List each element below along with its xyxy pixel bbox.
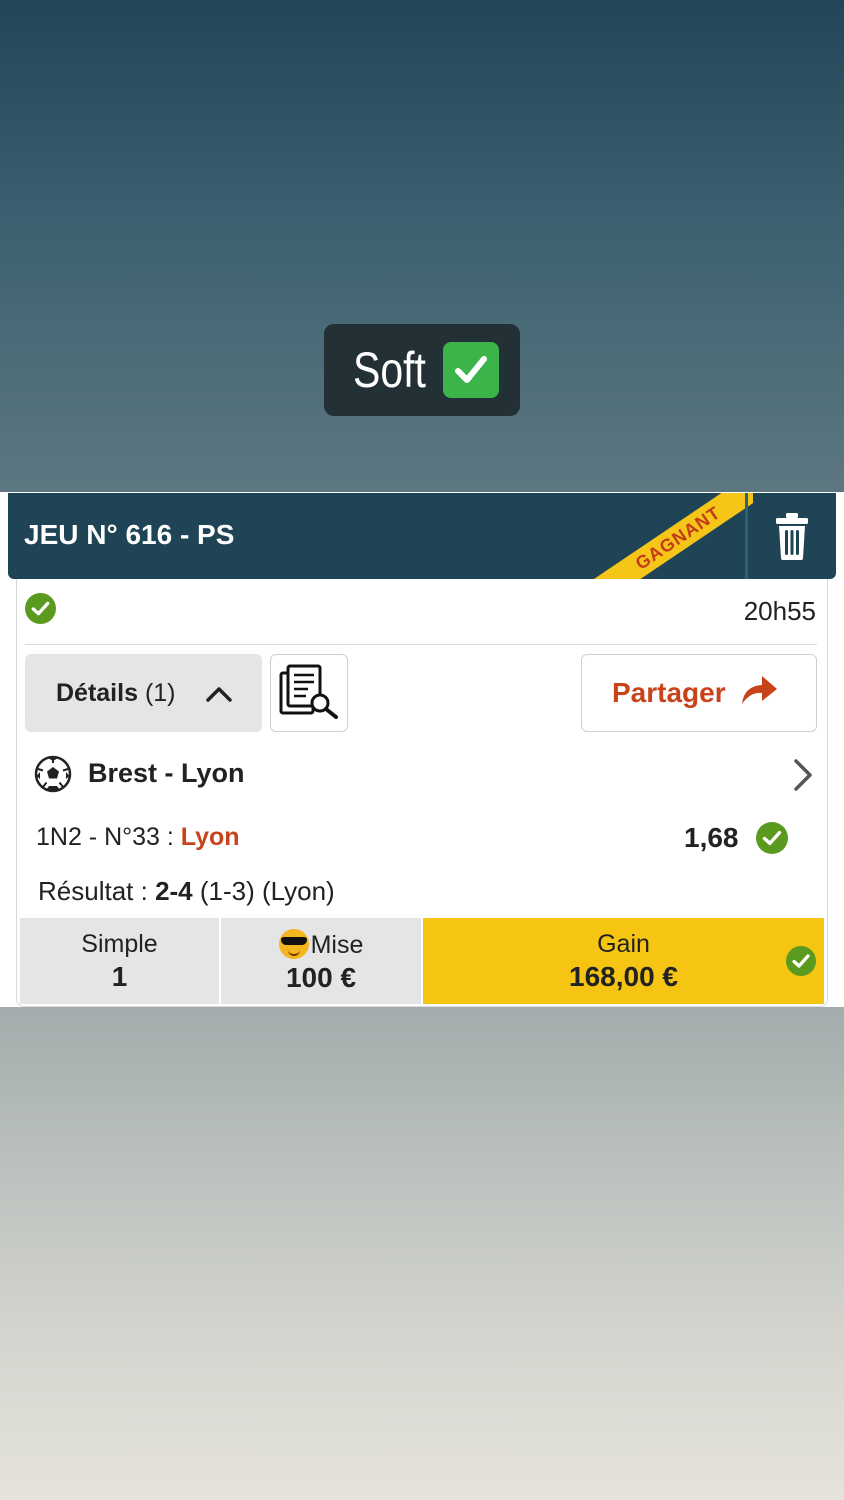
chevron-up-icon	[206, 681, 232, 710]
match-row[interactable]: Brest - Lyon	[34, 755, 818, 795]
bet-summary: Simple 1 Mise 100 € Gain 168,00 €	[20, 918, 824, 1004]
gain-label: Gain	[597, 929, 650, 958]
check-mark-emoji-icon	[443, 342, 500, 398]
details-label: Détails	[56, 678, 138, 707]
caption-badge: Soft	[324, 324, 520, 416]
winner-ribbon-label: GAGNANT	[588, 493, 753, 579]
simple-label: Simple	[81, 929, 158, 958]
check-circle-icon	[25, 593, 56, 629]
simple-value: 1	[111, 960, 128, 992]
divider	[25, 644, 817, 645]
bet-title: JEU N° 616 - PS	[24, 519, 235, 550]
share-arrow-icon	[740, 674, 778, 713]
trash-icon[interactable]	[774, 511, 810, 561]
check-circle-icon	[756, 822, 788, 859]
winner-ribbon: GAGNANT	[588, 493, 753, 579]
gain-value: 168,00 €	[569, 960, 678, 992]
result-detail: (1-3) (Lyon)	[192, 876, 335, 906]
bet-selection-line: 1N2 - N°33 : Lyon	[36, 823, 240, 852]
document-search-icon	[278, 663, 340, 724]
match-name: Brest - Lyon	[88, 758, 245, 788]
summary-gain: Gain 168,00 €	[423, 918, 824, 1004]
bet-time: 20h55	[743, 596, 816, 626]
sunglasses-emoji-icon	[278, 928, 309, 959]
mise-value: 100 €	[285, 961, 357, 993]
details-toggle-button[interactable]: Détails (1)	[25, 654, 262, 732]
soccer-ball-icon	[34, 755, 72, 798]
share-label: Partager	[612, 677, 726, 708]
caption-text: Soft	[352, 342, 426, 398]
result-label: Résultat :	[38, 876, 156, 906]
header-divider	[745, 493, 748, 579]
document-search-button[interactable]	[270, 654, 348, 732]
share-button[interactable]: Partager	[581, 654, 817, 732]
mise-label-row: Mise	[278, 928, 364, 960]
bet-header: JEU N° 616 - PS GAGNANT	[8, 493, 836, 579]
bet-selection: Lyon	[180, 823, 240, 851]
bet-odds: 1,68	[684, 822, 739, 853]
mise-label: Mise	[310, 930, 364, 959]
match-result: Résultat : 2-4 (1-3) (Lyon)	[38, 876, 335, 907]
bet-type: 1N2 - N°33 :	[36, 823, 181, 851]
summary-simple: Simple 1	[20, 918, 221, 1004]
result-score: 2-4	[155, 876, 193, 906]
summary-mise: Mise 100 €	[221, 918, 423, 1004]
check-circle-icon	[786, 946, 816, 983]
chevron-right-icon	[792, 758, 814, 797]
details-count: (1)	[144, 678, 176, 707]
